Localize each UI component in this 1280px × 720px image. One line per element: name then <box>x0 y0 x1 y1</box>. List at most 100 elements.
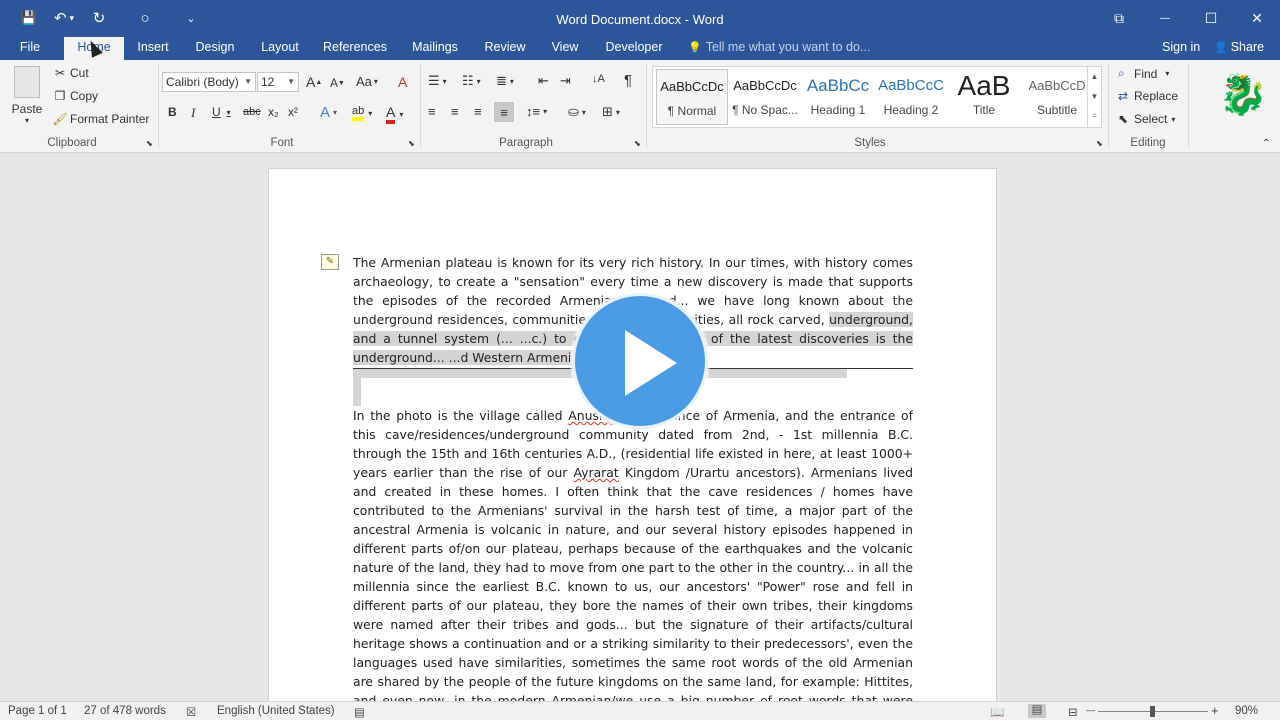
chevron-down-icon: ▾ <box>24 116 29 125</box>
increase-indent-button[interactable]: ⇥ <box>560 73 571 89</box>
decrease-indent-button[interactable]: ⇤ <box>538 73 549 89</box>
clipboard-launcher-icon[interactable]: ⬊ <box>146 139 153 148</box>
style-no-spacing[interactable]: AaBbCcDc ¶ No Spac... <box>729 69 801 125</box>
replace-button[interactable]: ⇄ Replace <box>1118 89 1178 103</box>
multilevel-list-button[interactable]: ≣ ▾ <box>496 73 514 89</box>
page-count[interactable]: Page 1 of 1 <box>8 705 67 717</box>
style-normal[interactable]: AaBbCcDc ¶ Normal <box>656 69 728 125</box>
cut-button[interactable]: ✂ Cut <box>52 66 89 80</box>
underline-button[interactable]: U ▾ <box>212 105 231 119</box>
zoom-slider-thumb[interactable] <box>1150 706 1155 717</box>
font-launcher-icon[interactable]: ⬊ <box>408 139 415 148</box>
style-subtitle[interactable]: AaBbCcD Subtitle <box>1021 69 1093 125</box>
tab-layout[interactable]: Layout <box>255 37 305 60</box>
tab-file[interactable]: File <box>8 37 52 60</box>
sort-button[interactable]: ↓A <box>592 73 605 85</box>
line-spacing-icon: ↕≡ <box>526 104 541 119</box>
person-icon: 👤 <box>1214 42 1228 54</box>
share-button[interactable]: 👤 Share <box>1214 37 1264 60</box>
more-styles-icon[interactable]: ⩡ <box>1088 107 1101 125</box>
tab-developer[interactable]: Developer <box>600 37 668 60</box>
misspelled-word[interactable]: Ayrarat <box>574 465 619 480</box>
comment-icon[interactable]: ✎ <box>321 254 339 270</box>
justify-button[interactable]: ≡ <box>494 102 514 122</box>
align-right-button[interactable]: ≡ <box>474 104 482 119</box>
align-center-button[interactable]: ≡ <box>451 104 459 119</box>
bullets-button[interactable]: ☰ ▾ <box>428 73 447 89</box>
chevron-down-icon[interactable]: ▼ <box>1088 87 1101 107</box>
lightbulb-icon: 💡 <box>688 42 702 54</box>
paintbrush-icon: 🖌 <box>52 112 68 126</box>
play-button[interactable] <box>572 293 708 429</box>
font-color-button[interactable]: A ▾ <box>386 104 403 124</box>
macro-record-icon[interactable]: ▤ <box>354 705 365 719</box>
sort-icon: ↓A <box>592 73 605 85</box>
paragraph-2[interactable]: In the photo is the village called Anush… <box>353 406 913 701</box>
shrink-font-button[interactable]: A ▼ <box>330 76 345 90</box>
numbering-button[interactable]: ☷ ▾ <box>462 73 481 89</box>
strikethrough-button[interactable]: abc <box>243 106 261 118</box>
maximize-button[interactable]: ☐ <box>1188 0 1234 37</box>
zoom-in-button[interactable]: + <box>1211 703 1219 718</box>
font-name-combo[interactable]: Calibri (Body) ▼ <box>162 72 256 92</box>
underline-icon: U <box>212 105 221 119</box>
title-bar: 💾 ↶ ▾ ↻ ○ ⌄ Word Document.docx - Word ⧉ —… <box>0 0 1280 37</box>
tab-insert[interactable]: Insert <box>130 37 176 60</box>
font-color-icon: A <box>386 104 396 124</box>
bold-button[interactable]: B <box>168 105 177 119</box>
style-preview: AaBbCcC <box>878 77 944 94</box>
sign-in-link[interactable]: Sign in <box>1162 37 1200 60</box>
web-layout-icon[interactable]: ⊟ <box>1068 705 1078 719</box>
subscript-button[interactable]: x₂ <box>268 105 279 119</box>
grow-font-button[interactable]: A ▲ <box>306 74 322 90</box>
style-title[interactable]: AaB Title <box>948 69 1020 125</box>
style-heading-1[interactable]: AaBbCc Heading 1 <box>802 69 874 125</box>
zoom-level[interactable]: 90% <box>1235 705 1258 717</box>
styles-gallery-scroll[interactable]: ▲ ▼ ⩡ <box>1087 67 1101 127</box>
find-button[interactable]: ⌕ Find ▾ <box>1118 66 1169 81</box>
clipboard-group-label: Clipboard <box>47 137 97 149</box>
bullets-icon: ☰ <box>428 73 440 88</box>
word-count[interactable]: 27 of 478 words <box>84 705 166 717</box>
tell-me-box[interactable]: 💡 Tell me what you want to do... <box>688 37 870 60</box>
proofing-icon[interactable]: ☒ <box>186 705 196 719</box>
document-page[interactable]: ✎ The Armenian plateau is known for its … <box>268 168 997 701</box>
language[interactable]: English (United States) <box>217 705 335 717</box>
align-left-button[interactable]: ≡ <box>428 104 436 119</box>
cursor-select-icon: ⬉ <box>1118 112 1129 126</box>
chevron-up-icon[interactable]: ▲ <box>1088 67 1101 87</box>
tab-design[interactable]: Design <box>190 37 240 60</box>
tab-view[interactable]: View <box>545 37 585 60</box>
select-button[interactable]: ⬉ Select ▾ <box>1118 112 1175 126</box>
decrease-indent-icon: ⇤ <box>538 73 549 88</box>
text-effects-button[interactable]: A ▾ <box>320 104 337 121</box>
highlight-button[interactable]: ab ▾ <box>352 105 372 121</box>
close-button[interactable]: ✕ <box>1234 0 1280 37</box>
superscript-button[interactable]: x² <box>288 105 298 119</box>
shading-button[interactable]: ⛀ ▾ <box>568 104 586 120</box>
tab-mailings[interactable]: Mailings <box>405 37 465 60</box>
italic-button[interactable]: I <box>191 105 195 121</box>
format-painter-button[interactable]: 🖌 Format Painter <box>52 112 149 126</box>
clear-formatting-button[interactable]: A <box>398 74 407 90</box>
minimize-button[interactable]: — <box>1142 0 1188 37</box>
paste-button[interactable]: Paste ▾ <box>8 66 46 132</box>
styles-launcher-icon[interactable]: ⬊ <box>1096 139 1103 148</box>
tab-review[interactable]: Review <box>480 37 530 60</box>
borders-button[interactable]: ⊞ ▾ <box>602 104 620 120</box>
collapse-ribbon-icon[interactable]: ⌃ <box>1262 138 1270 149</box>
font-size-combo[interactable]: 12 ▼ <box>257 72 299 92</box>
change-case-button[interactable]: Aa ▾ <box>356 74 378 89</box>
copy-button[interactable]: ❐ Copy <box>52 89 98 103</box>
divider <box>158 64 159 148</box>
paragraph-launcher-icon[interactable]: ⬊ <box>634 139 641 148</box>
show-hide-button[interactable]: ¶ <box>624 72 632 89</box>
zoom-out-button[interactable]: — <box>1086 705 1095 715</box>
style-preview: AaBbCc <box>806 76 870 95</box>
line-spacing-button[interactable]: ↕≡ ▾ <box>526 104 547 119</box>
read-mode-icon[interactable]: 📖 <box>990 705 1004 719</box>
style-heading-2[interactable]: AaBbCcC Heading 2 <box>875 69 947 125</box>
tab-references[interactable]: References <box>320 37 390 60</box>
print-layout-icon[interactable]: ▤ <box>1028 704 1046 718</box>
ribbon-display-options-icon[interactable]: ⧉ <box>1096 0 1142 37</box>
